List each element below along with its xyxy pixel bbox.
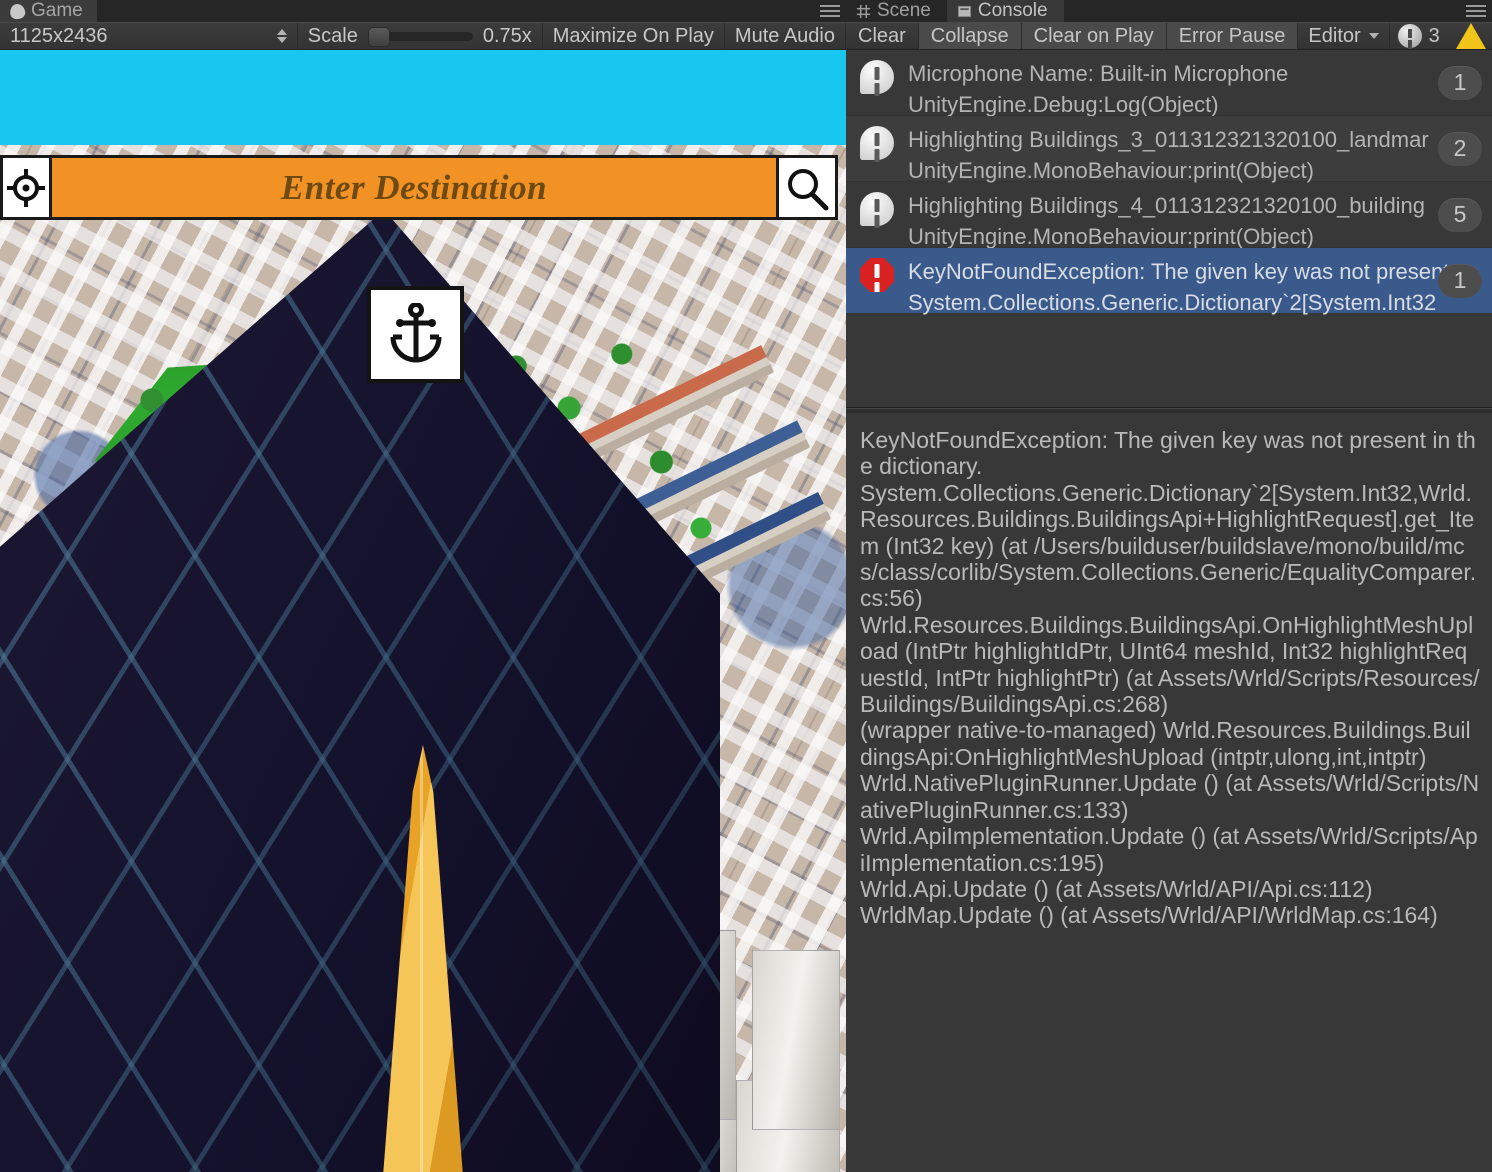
destination-placeholder: Enter Destination	[280, 167, 548, 207]
log-entry-count: 1	[1438, 263, 1482, 298]
magnifier-icon	[788, 168, 829, 210]
chevron-down-icon	[1368, 33, 1379, 39]
console-log-list[interactable]: Microphone Name: Built-in Microphone Uni…	[846, 50, 1492, 408]
scale-value: 0.75x	[482, 24, 532, 47]
game-tab-icon	[8, 2, 27, 20]
anchor-icon	[390, 302, 441, 362]
maximize-on-play-label: Maximize On Play	[552, 24, 714, 47]
error-log-icon	[860, 258, 894, 292]
gold-tower-edge-highlight	[419, 745, 423, 1172]
log-entry-text: KeyNotFoundException: The given key was …	[908, 256, 1482, 318]
scale-slider[interactable]	[367, 26, 473, 47]
scale-slider-knob[interactable]	[367, 26, 390, 47]
locate-me-button[interactable]	[0, 155, 52, 220]
log-entry-text: Microphone Name: Built-in Microphone Uni…	[908, 58, 1482, 120]
tab-console-label: Console	[977, 0, 1048, 21]
log-entry-message: Highlighting Buildings_3_011312321320100…	[908, 127, 1429, 152]
destination-search-bar: Enter Destination	[0, 155, 838, 220]
clear-button-label: Clear	[858, 24, 906, 47]
log-count-filter[interactable]: 3	[1390, 23, 1448, 49]
editor-dropdown[interactable]: Editor	[1298, 23, 1390, 49]
log-entry-origin: System.Collections.Generic.Dictionary`2[…	[908, 290, 1437, 315]
log-entry-selected[interactable]: KeyNotFoundException: The given key was …	[846, 248, 1492, 315]
tab-scene-label: Scene	[877, 0, 931, 21]
log-entry-message: Microphone Name: Built-in Microphone	[908, 61, 1289, 86]
log-entry[interactable]: Highlighting Buildings_4_011312321320100…	[846, 182, 1492, 249]
search-submit-button[interactable]	[776, 155, 838, 220]
console-tabstrip-filler	[1063, 0, 1492, 22]
collapse-toggle[interactable]: Collapse	[918, 23, 1022, 49]
warning-triangle-icon	[1455, 23, 1486, 49]
clear-button[interactable]: Clear	[846, 23, 919, 49]
log-entry-count: 5	[1438, 197, 1482, 232]
game-tabstrip: Game	[0, 0, 846, 22]
console-detail-pane[interactable]: KeyNotFoundException: The given key was …	[846, 413, 1492, 1172]
stack-trace-text: KeyNotFoundException: The given key was …	[860, 427, 1480, 929]
clear-on-play-toggle[interactable]: Clear on Play	[1021, 23, 1167, 49]
warning-count-filter[interactable]	[1448, 23, 1492, 49]
log-count-icon	[1397, 24, 1422, 48]
mute-audio-toggle[interactable]: Mute Audio	[725, 23, 846, 49]
console-tabstrip: Scene Console	[846, 0, 1492, 22]
info-log-icon	[860, 60, 894, 94]
tab-game-label: Game	[31, 0, 83, 21]
scale-control[interactable]: Scale 0.75x	[298, 23, 543, 49]
up-down-stepper-icon[interactable]	[276, 29, 287, 43]
console-hamburger-menu-icon[interactable]	[1466, 5, 1486, 17]
scene-grid-icon	[856, 4, 871, 18]
tab-scene[interactable]: Scene	[846, 0, 947, 22]
log-entry[interactable]: Highlighting Buildings_3_011312321320100…	[846, 116, 1492, 183]
log-entry-message: Highlighting Buildings_4_011312321320100…	[908, 193, 1426, 218]
log-count-value: 3	[1428, 24, 1440, 47]
console-panel: Scene Console Clear Collapse Clear on Pl…	[846, 0, 1492, 1172]
game-panel: Game 1125x2436 Scale 0.75x Maximize On P…	[0, 0, 846, 1172]
log-entry-count: 1	[1438, 65, 1482, 100]
foreground-building	[752, 950, 840, 1130]
log-entry-count: 2	[1438, 131, 1482, 166]
game-toolbar: 1125x2436 Scale 0.75x Maximize On Play M…	[0, 22, 846, 50]
game-viewport[interactable]: Enter Destination	[0, 50, 846, 1172]
game-tabstrip-filler	[96, 0, 846, 22]
console-icon	[957, 5, 971, 17]
log-entry-text: Highlighting Buildings_3_011312321320100…	[908, 124, 1482, 186]
mute-audio-label: Mute Audio	[734, 24, 835, 47]
resolution-value: 1125x2436	[10, 24, 108, 47]
console-toolbar: Clear Collapse Clear on Play Error Pause…	[846, 22, 1492, 50]
tab-game[interactable]: Game	[0, 0, 97, 22]
collapse-toggle-label: Collapse	[930, 24, 1009, 47]
info-log-icon	[860, 126, 894, 160]
log-entry-text: Highlighting Buildings_4_011312321320100…	[908, 190, 1482, 252]
scale-label: Scale	[307, 24, 358, 47]
error-pause-label: Error Pause	[1178, 24, 1286, 47]
unity-editor-window: Game 1125x2436 Scale 0.75x Maximize On P…	[0, 0, 1492, 1172]
tab-console[interactable]: Console	[946, 0, 1064, 22]
error-pause-toggle[interactable]: Error Pause	[1166, 23, 1299, 49]
anchor-poi-marker[interactable]	[367, 286, 464, 383]
maximize-on-play-toggle[interactable]: Maximize On Play	[543, 23, 725, 49]
log-entry-message: KeyNotFoundException: The given key was …	[908, 259, 1450, 284]
crosshair-target-icon	[7, 168, 45, 207]
resolution-dropdown[interactable]: 1125x2436	[0, 23, 298, 49]
editor-dropdown-label: Editor	[1308, 24, 1361, 47]
hamburger-menu-icon[interactable]	[820, 5, 840, 17]
info-log-icon	[860, 192, 894, 226]
log-entry[interactable]: Microphone Name: Built-in Microphone Uni…	[846, 50, 1492, 117]
destination-input-wrapper[interactable]: Enter Destination	[52, 155, 776, 220]
clear-on-play-label: Clear on Play	[1033, 24, 1154, 47]
